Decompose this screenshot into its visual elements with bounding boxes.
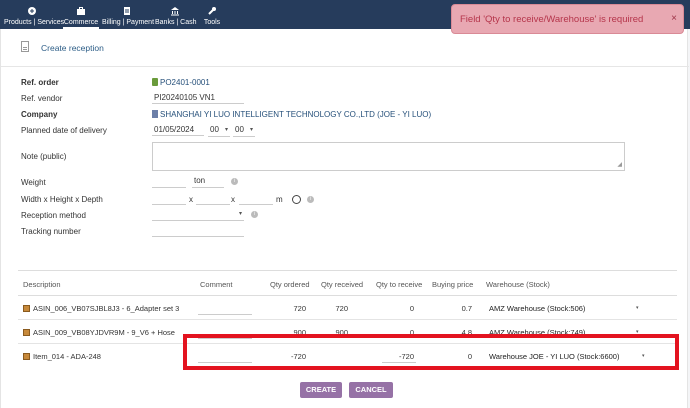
info-icon: i [231,178,238,185]
close-icon[interactable]: × [671,13,677,24]
product-icon [23,329,30,336]
ref-vendor-input[interactable] [152,91,244,104]
product-icon [23,305,30,312]
qty-ordered: 720 [293,304,306,313]
planned-date-label: Planned date of delivery [21,126,107,135]
nav-commerce[interactable]: Commerce [63,0,99,29]
buying-price: 0.7 [461,304,472,313]
ref-vendor-label: Ref. vendor [21,94,63,103]
table-header: Description Comment Qty ordered Qty rece… [18,271,677,296]
nav-products-services[interactable]: Products | Services [4,0,64,29]
chevron-down-icon: ▾ [249,127,253,133]
comment-input[interactable] [198,314,252,315]
dimensions-label: Width x Height x Depth [21,195,103,204]
divider [1,66,689,67]
briefcase-icon [63,6,99,18]
invoice-icon [102,6,152,18]
ref-order-label: Ref. order [21,78,59,87]
product-link[interactable]: Item_014 - ADA-248 [23,352,101,361]
qty-to-receive-input[interactable]: 0 [368,304,414,313]
dims-unit: m [276,195,283,204]
nav-banks-cash[interactable]: Banks | Cash [155,0,197,29]
warehouse-select[interactable]: AMZ Warehouse (Stock:506) [489,304,585,313]
col-comment: Comment [200,280,233,289]
product-link[interactable]: ASIN_006_VB07SJBL8J3 - 6_Adapter set 3 [23,304,179,313]
company-label: Company [21,110,58,119]
ref-order-link[interactable]: PO2401-0001 [152,78,210,87]
col-qty-ordered: Qty ordered [270,280,310,289]
error-toast: Field 'Qty to receive/Warehouse' is requ… [451,4,684,34]
planned-minute-select[interactable]: 00 ▾ [233,124,255,137]
qty-received: 720 [335,304,348,313]
col-description: Description [23,280,61,289]
chevron-down-icon: ▾ [224,127,228,133]
cube-icon [4,6,60,18]
reception-method-label: Reception method [21,211,86,220]
note-public-textarea[interactable]: ◢ [152,142,625,171]
dims-separator: x [189,195,193,204]
depth-input[interactable] [239,192,273,205]
cancel-button[interactable]: CANCEL [349,382,393,398]
width-input[interactable] [152,192,186,205]
building-icon [152,110,158,118]
weight-unit-select[interactable]: ton [192,175,224,188]
height-input[interactable] [196,192,230,205]
nav-billing-payment[interactable]: Billing | Payment [102,0,154,29]
product-link[interactable]: ASIN_009_VB08YJDVR9M - 9_V6 + Hose [23,328,175,337]
weight-label: Weight [21,178,46,187]
page-title: Create reception [41,43,104,53]
col-qty-to-receive: Qty to receive [376,280,423,289]
planned-date-input[interactable] [152,123,204,136]
reception-method-select[interactable]: ▾ [152,208,244,221]
tracking-number-input[interactable] [152,224,244,237]
chevron-down-icon: ▾ [238,211,242,217]
info-icon: i [307,196,314,203]
dims-separator: x [231,195,235,204]
chevron-down-icon: ▾ [636,305,639,311]
weight-input[interactable] [152,175,186,188]
table-row: ASIN_006_VB07SJBL8J3 - 6_Adapter set 3 7… [18,296,677,320]
planned-hour-select[interactable]: 00 ▾ [208,124,230,137]
col-warehouse: Warehouse (Stock) [486,280,550,289]
note-public-label: Note (public) [21,152,67,161]
create-button[interactable]: CREATE [300,382,342,398]
product-icon [23,353,30,360]
company-link[interactable]: SHANGHAI YI LUO INTELLIGENT TECHNOLOGY C… [152,110,431,119]
resize-grip-icon: ◢ [617,162,622,168]
nav-tools[interactable]: Tools [200,0,224,29]
col-buying-price: Buying price [432,280,474,289]
error-message: Field 'Qty to receive/Warehouse' is requ… [460,14,644,25]
order-icon [152,78,158,86]
bank-icon [155,6,195,18]
unit-toggle-icon[interactable] [292,195,301,204]
col-qty-received: Qty received [321,280,364,289]
highlight-box [183,334,679,370]
info-icon: i [251,211,258,218]
wrench-icon [200,6,224,18]
tracking-number-label: Tracking number [21,227,81,236]
document-icon [21,41,29,52]
